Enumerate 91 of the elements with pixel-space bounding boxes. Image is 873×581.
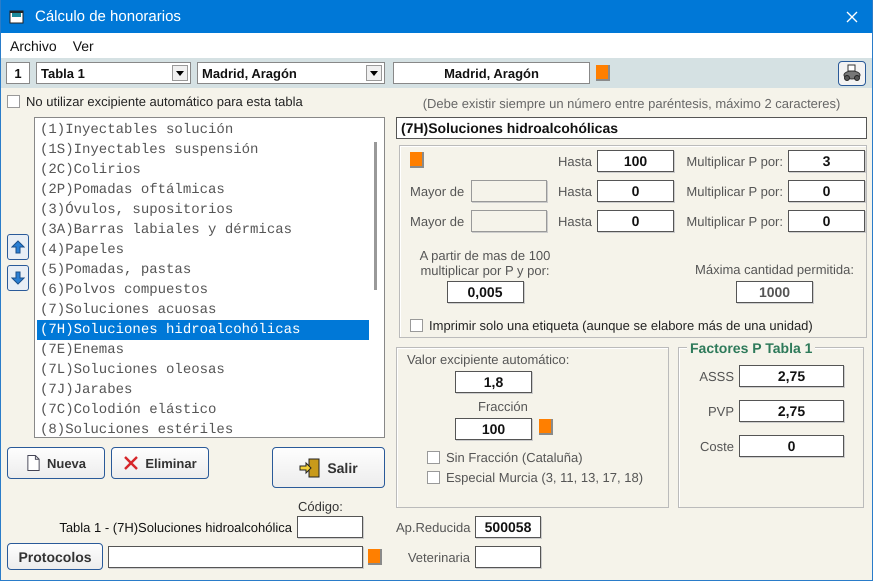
up-to-field[interactable]: 0 [597, 180, 674, 202]
panel-title: Factores P Tabla 1 [687, 340, 816, 356]
checkbox[interactable] [427, 451, 440, 464]
list-item[interactable]: (8)Soluciones estériles [37, 420, 369, 440]
move-down-button[interactable] [7, 265, 29, 291]
veterinaria-field[interactable] [475, 546, 541, 568]
factor-field[interactable]: 2,75 [739, 365, 844, 387]
app-icon [9, 8, 25, 24]
max-quantity-field[interactable]: 1000 [736, 281, 814, 303]
field-label: ASSS [699, 368, 734, 384]
field-label: Fracción [478, 399, 528, 414]
field-label: Máxima cantidad permitida: [695, 262, 854, 277]
multiplier-field[interactable]: 3 [788, 150, 865, 172]
move-up-button[interactable] [7, 234, 29, 260]
factor-field[interactable]: 2,75 [739, 400, 844, 422]
delete-button[interactable]: Eliminar [111, 447, 209, 479]
arrow-down-icon [11, 271, 25, 285]
name-field[interactable]: (7H)Soluciones hidroalcohólicas [396, 117, 867, 139]
list-item[interactable]: (2P)Pomadas oftálmicas [37, 180, 369, 200]
x-icon [123, 455, 140, 471]
field-label: PVP [708, 404, 734, 418]
field-label: Coste [700, 438, 734, 454]
field-label: Veterinaria [406, 550, 470, 564]
color-swatch-button[interactable] [596, 65, 610, 81]
field-label: Ap.Reducida [396, 520, 470, 534]
checkbox[interactable] [410, 319, 423, 332]
region-dropdown[interactable]: Madrid, Aragón [197, 62, 385, 84]
list-item[interactable]: (7L)Soluciones oleosas [37, 360, 369, 380]
ap-reducida-field[interactable]: 500058 [475, 516, 541, 538]
multiplier-field[interactable]: 0 [788, 180, 865, 202]
list-item[interactable]: (3)Óvulos, supositorios [37, 200, 369, 220]
menu-item[interactable]: Ver [72, 38, 94, 54]
field-label: Multiplicar P por: [685, 184, 783, 198]
table-dropdown[interactable]: Tabla 1 [36, 62, 191, 84]
factor-field[interactable]: 0 [739, 435, 844, 457]
table-caption: Tabla 1 - (7H)Soluciones hidroalcohólica [59, 520, 292, 534]
list-item[interactable]: (7J)Jarabes [37, 380, 369, 400]
menu-item[interactable]: Archivo [10, 38, 57, 54]
field-label: Valor excipiente automático: [407, 352, 570, 367]
list-item[interactable]: (7C)Colodión elástico [37, 400, 369, 420]
exit-button[interactable]: Salir [272, 447, 385, 488]
caret-icon [172, 65, 188, 81]
color-swatch-button[interactable] [410, 152, 424, 168]
window-title: Cálculo de honorarios [35, 8, 182, 25]
toolbar-button[interactable] [838, 60, 866, 86]
list-item[interactable]: (1S)Inyectables suspensión [37, 140, 369, 160]
field-label: Multiplicar P por: [685, 214, 783, 228]
code-label: Código: [298, 499, 343, 514]
close-icon[interactable] [846, 10, 858, 22]
field-label: Hasta [557, 184, 592, 198]
checkbox[interactable] [427, 471, 440, 484]
arrow-up-icon [11, 240, 25, 254]
option-label: No utilizar excipiente automático para esta tabla [26, 94, 303, 108]
fraction-field[interactable]: 100 [455, 418, 532, 440]
new-button[interactable]: Nueva [7, 447, 105, 479]
code-field[interactable] [297, 516, 363, 538]
option-label: Sin Fracción (Cataluña) [446, 450, 583, 465]
field-label: A partir de mas de 100 multiplicar por P y por: [418, 248, 552, 278]
color-swatch-button[interactable] [368, 548, 382, 564]
multiplier-field[interactable]: 0 [788, 210, 865, 232]
color-swatch-button[interactable] [539, 419, 553, 435]
list-item[interactable]: (3A)Barras labiales y dérmicas [37, 220, 369, 240]
field-label: Hasta [557, 214, 592, 228]
list-item[interactable]: (6)Polvos compuestos [37, 280, 369, 300]
list-item[interactable]: (5)Pomadas, pastas [37, 260, 369, 280]
up-to-field[interactable]: 0 [597, 210, 674, 232]
page-icon [26, 454, 41, 472]
door-icon [299, 458, 322, 478]
over-limit-field[interactable]: 0,005 [446, 281, 524, 303]
field-label: Multiplicar P por: [685, 154, 783, 168]
caret-icon [366, 65, 382, 81]
list-item[interactable]: (7)Soluciones acuosas [37, 300, 369, 320]
protocols-field[interactable] [108, 546, 363, 568]
list-item[interactable]: (1)Inyectables solución [37, 120, 369, 140]
up-to-field[interactable]: 100 [597, 150, 674, 172]
list-item[interactable]: (4)Papeles [37, 240, 369, 260]
option-label: Imprimir solo una etiqueta (aunque se elabore más de una unidad) [429, 318, 813, 333]
field-label: Mayor de [410, 214, 466, 228]
list-item[interactable]: (7E)Enemas [37, 340, 369, 360]
checkbox[interactable] [7, 94, 20, 108]
list-item[interactable]: (2C)Colirios [37, 160, 369, 180]
field-label: Mayor de [410, 184, 466, 198]
region-field: Madrid, Aragón [393, 62, 590, 84]
list-item[interactable]: (7H)Soluciones hidroalcohólicas [37, 320, 369, 340]
hint-text: (Debe existir siempre un número entre paréntesis, máximo 2 caracteres) [422, 96, 842, 112]
machine-icon [842, 63, 862, 83]
option-label: Especial Murcia (3, 11, 13, 17, 18) [446, 470, 644, 485]
field-label: Hasta [557, 154, 592, 168]
excipient-field[interactable]: 1,8 [455, 371, 532, 393]
table-number-field[interactable]: 1 [6, 62, 30, 84]
protocols-button[interactable]: Protocolos [7, 543, 103, 570]
